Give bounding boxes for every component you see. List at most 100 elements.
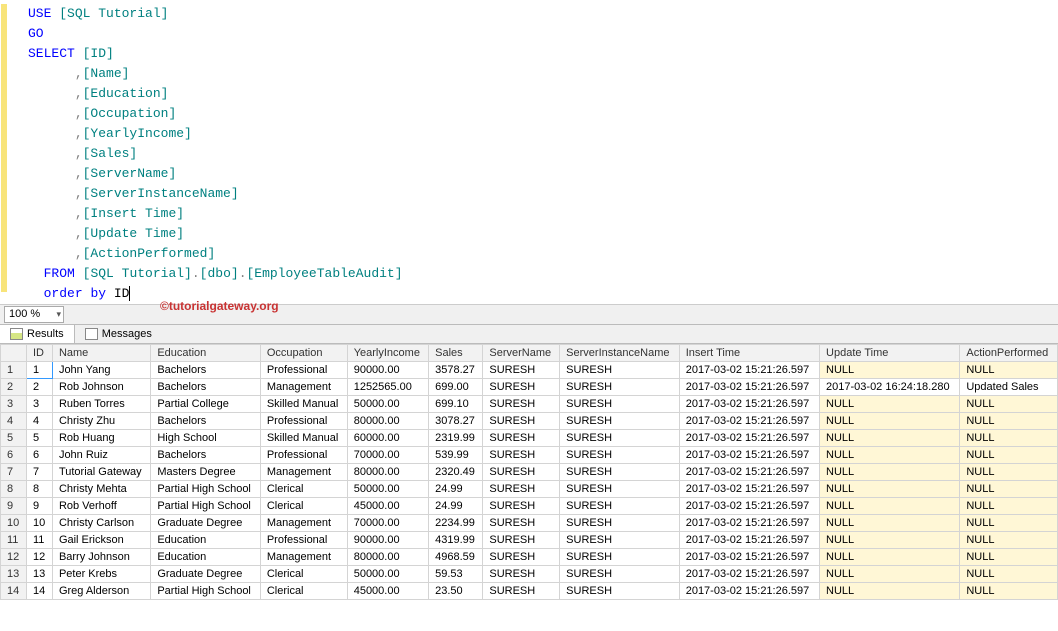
cell[interactable]: Clerical xyxy=(260,566,347,583)
cell[interactable]: NULL xyxy=(960,464,1058,481)
cell[interactable]: Partial High School xyxy=(151,583,261,600)
cell[interactable]: NULL xyxy=(820,447,960,464)
cell[interactable]: 7 xyxy=(27,464,53,481)
cell[interactable]: SURESH xyxy=(483,481,560,498)
cell[interactable]: NULL xyxy=(960,396,1058,413)
cell[interactable]: 2017-03-02 15:21:26.597 xyxy=(679,396,819,413)
cell[interactable]: 699.00 xyxy=(429,379,483,396)
cell[interactable]: Bachelors xyxy=(151,447,261,464)
cell[interactable]: 8 xyxy=(1,481,27,498)
cell[interactable]: Professional xyxy=(260,447,347,464)
cell[interactable]: 12 xyxy=(1,549,27,566)
cell[interactable]: 2017-03-02 15:21:26.597 xyxy=(679,498,819,515)
cell[interactable]: 24.99 xyxy=(429,481,483,498)
cell[interactable]: 13 xyxy=(1,566,27,583)
cell[interactable]: NULL xyxy=(960,413,1058,430)
cell[interactable]: 2017-03-02 15:21:26.597 xyxy=(679,532,819,549)
cell[interactable]: Christy Mehta xyxy=(52,481,150,498)
cell[interactable]: Professional xyxy=(260,532,347,549)
cell[interactable]: 2017-03-02 15:21:26.597 xyxy=(679,566,819,583)
col-yearlyincome[interactable]: YearlyIncome xyxy=(347,345,428,362)
cell[interactable]: Partial High School xyxy=(151,481,261,498)
cell[interactable]: 14 xyxy=(27,583,53,600)
cell[interactable]: 7 xyxy=(1,464,27,481)
col-rownum[interactable] xyxy=(1,345,27,362)
cell[interactable]: Masters Degree xyxy=(151,464,261,481)
cell[interactable]: Barry Johnson xyxy=(52,549,150,566)
cell[interactable]: SURESH xyxy=(560,447,680,464)
cell[interactable]: 699.10 xyxy=(429,396,483,413)
cell[interactable]: NULL xyxy=(960,498,1058,515)
cell[interactable]: NULL xyxy=(960,430,1058,447)
cell[interactable]: SURESH xyxy=(483,549,560,566)
cell[interactable]: 2017-03-02 15:21:26.597 xyxy=(679,447,819,464)
cell[interactable]: Clerical xyxy=(260,481,347,498)
cell[interactable]: 11 xyxy=(27,532,53,549)
cell[interactable]: 2319.99 xyxy=(429,430,483,447)
cell[interactable]: 2 xyxy=(27,379,53,396)
cell[interactable]: Graduate Degree xyxy=(151,566,261,583)
results-grid[interactable]: ID Name Education Occupation YearlyIncom… xyxy=(0,344,1058,631)
cell[interactable]: SURESH xyxy=(483,413,560,430)
cell[interactable]: 3578.27 xyxy=(429,362,483,379)
cell[interactable]: 80000.00 xyxy=(347,464,428,481)
cell[interactable]: NULL xyxy=(820,549,960,566)
table-row[interactable]: 99Rob VerhoffPartial High SchoolClerical… xyxy=(1,498,1058,515)
cell[interactable]: SURESH xyxy=(483,379,560,396)
tab-results[interactable]: Results xyxy=(0,325,75,343)
cell[interactable]: NULL xyxy=(820,464,960,481)
cell[interactable]: Management xyxy=(260,515,347,532)
cell[interactable]: NULL xyxy=(820,430,960,447)
cell[interactable]: High School xyxy=(151,430,261,447)
table-row[interactable]: 66John RuizBachelorsProfessional70000.00… xyxy=(1,447,1058,464)
cell[interactable]: Professional xyxy=(260,362,347,379)
cell[interactable]: John Ruiz xyxy=(52,447,150,464)
table-row[interactable]: 22Rob JohnsonBachelorsManagement1252565.… xyxy=(1,379,1058,396)
cell[interactable]: 14 xyxy=(1,583,27,600)
cell[interactable]: 6 xyxy=(1,447,27,464)
cell[interactable]: NULL xyxy=(960,447,1058,464)
cell[interactable]: Greg Alderson xyxy=(52,583,150,600)
cell[interactable]: Rob Johnson xyxy=(52,379,150,396)
table-row[interactable]: 1414Greg AldersonPartial High SchoolCler… xyxy=(1,583,1058,600)
cell[interactable]: Partial High School xyxy=(151,498,261,515)
col-serverinstance[interactable]: ServerInstanceName xyxy=(560,345,680,362)
cell[interactable]: 2017-03-02 15:21:26.597 xyxy=(679,379,819,396)
cell[interactable]: 5 xyxy=(27,430,53,447)
cell[interactable]: NULL xyxy=(960,481,1058,498)
cell[interactable]: 9 xyxy=(27,498,53,515)
cell[interactable]: Peter Krebs xyxy=(52,566,150,583)
cell[interactable]: 80000.00 xyxy=(347,549,428,566)
table-row[interactable]: 1010Christy CarlsonGraduate DegreeManage… xyxy=(1,515,1058,532)
cell[interactable]: 2017-03-02 15:21:26.597 xyxy=(679,549,819,566)
cell[interactable]: SURESH xyxy=(560,549,680,566)
cell[interactable]: 1252565.00 xyxy=(347,379,428,396)
cell[interactable]: SURESH xyxy=(560,396,680,413)
cell[interactable]: 45000.00 xyxy=(347,498,428,515)
cell[interactable]: 2017-03-02 15:21:26.597 xyxy=(679,515,819,532)
cell[interactable]: 2234.99 xyxy=(429,515,483,532)
cell[interactable]: 1 xyxy=(27,362,53,379)
cell[interactable]: 2017-03-02 16:24:18.280 xyxy=(820,379,960,396)
col-inserttime[interactable]: Insert Time xyxy=(679,345,819,362)
col-education[interactable]: Education xyxy=(151,345,261,362)
cell[interactable]: SURESH xyxy=(483,362,560,379)
cell[interactable]: 24.99 xyxy=(429,498,483,515)
cell[interactable]: 2017-03-02 15:21:26.597 xyxy=(679,362,819,379)
cell[interactable]: 3 xyxy=(27,396,53,413)
table-row[interactable]: 1313Peter KrebsGraduate DegreeClerical50… xyxy=(1,566,1058,583)
cell[interactable]: 539.99 xyxy=(429,447,483,464)
table-row[interactable]: 11John YangBachelorsProfessional90000.00… xyxy=(1,362,1058,379)
cell[interactable]: NULL xyxy=(820,498,960,515)
cell[interactable]: Ruben Torres xyxy=(52,396,150,413)
cell[interactable]: Management xyxy=(260,464,347,481)
cell[interactable]: NULL xyxy=(960,566,1058,583)
cell[interactable]: John Yang xyxy=(52,362,150,379)
cell[interactable]: SURESH xyxy=(560,362,680,379)
cell[interactable]: Updated Sales xyxy=(960,379,1058,396)
cell[interactable]: 6 xyxy=(27,447,53,464)
cell[interactable]: Clerical xyxy=(260,583,347,600)
table-row[interactable]: 44Christy ZhuBachelorsProfessional80000.… xyxy=(1,413,1058,430)
cell[interactable]: SURESH xyxy=(560,515,680,532)
cell[interactable]: 4 xyxy=(1,413,27,430)
